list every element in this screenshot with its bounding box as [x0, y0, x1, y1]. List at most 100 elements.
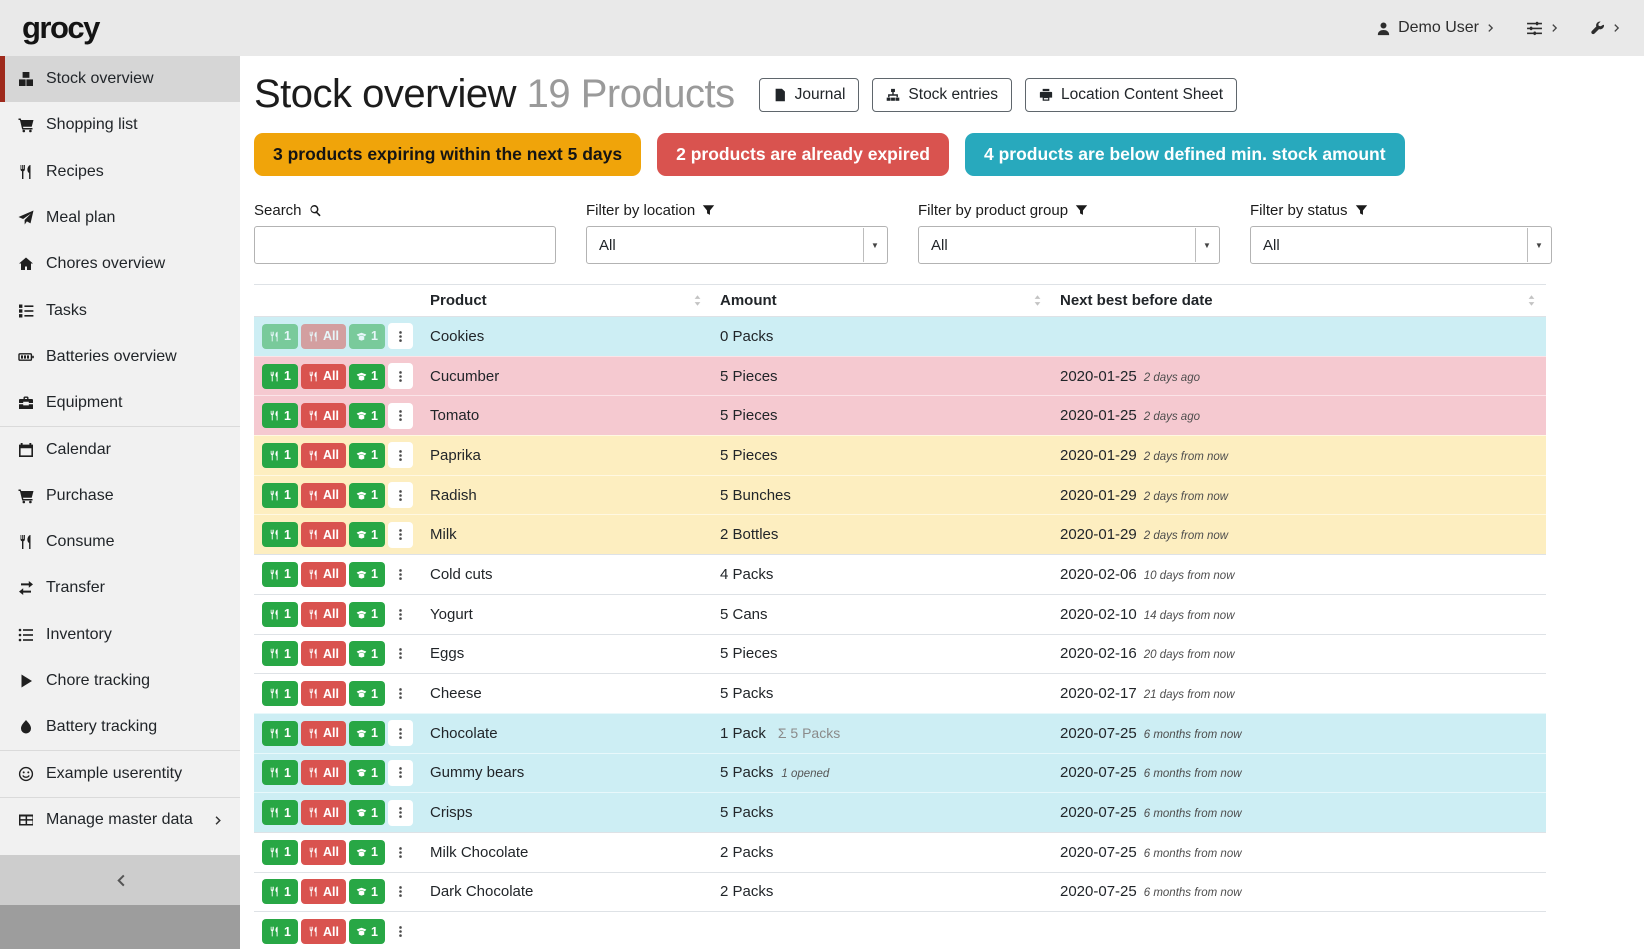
row-menu-button[interactable]: [388, 760, 413, 786]
consume-all-button[interactable]: All: [301, 879, 346, 904]
row-menu-button[interactable]: [388, 839, 413, 865]
consume-one-button[interactable]: 1: [262, 879, 298, 904]
consume-one-button[interactable]: 1: [262, 641, 298, 666]
consume-all-button[interactable]: All: [301, 840, 346, 865]
sidebar-item-meal-plan[interactable]: Meal plan: [0, 195, 240, 241]
consume-one-button[interactable]: 1: [262, 800, 298, 825]
sidebar-collapse-button[interactable]: [0, 855, 240, 905]
consume-all-button[interactable]: All: [301, 403, 346, 428]
consume-all-button[interactable]: All: [301, 562, 346, 587]
consume-all-button[interactable]: All: [301, 641, 346, 666]
row-menu-button[interactable]: [388, 641, 413, 667]
sidebar-item-inventory[interactable]: Inventory: [0, 612, 240, 658]
open-one-button[interactable]: 1: [349, 760, 385, 785]
open-one-button[interactable]: 1: [349, 522, 385, 547]
sidebar-item-manage-master-data[interactable]: Manage master data: [0, 797, 240, 843]
consume-one-button[interactable]: 1: [262, 562, 298, 587]
open-one-button[interactable]: 1: [349, 562, 385, 587]
journal-button[interactable]: Journal: [759, 78, 860, 112]
open-one-button[interactable]: 1: [349, 800, 385, 825]
consume-all-button[interactable]: All: [301, 800, 346, 825]
consume-one-button[interactable]: 1: [262, 721, 298, 746]
row-menu-button[interactable]: [388, 720, 413, 746]
row-menu-button[interactable]: [388, 482, 413, 508]
open-one-button[interactable]: 1: [349, 879, 385, 904]
consume-all-button[interactable]: All: [301, 364, 346, 389]
consume-all-button[interactable]: All: [301, 760, 346, 785]
open-one-button[interactable]: 1: [349, 840, 385, 865]
consume-one-button[interactable]: 1: [262, 760, 298, 785]
sidebar-item-shopping-list[interactable]: Shopping list: [0, 102, 240, 148]
sidebar-item-batteries-overview[interactable]: Batteries overview: [0, 334, 240, 380]
consume-all-button[interactable]: All: [301, 721, 346, 746]
open-one-button[interactable]: 1: [349, 483, 385, 508]
row-menu-button[interactable]: [388, 919, 413, 945]
stock-entries-button[interactable]: Stock entries: [872, 78, 1012, 112]
column-header-product[interactable]: Product: [422, 285, 712, 317]
column-header-next-best-before-date[interactable]: Next best before date: [1052, 285, 1546, 317]
column-header-amount[interactable]: Amount: [712, 285, 1052, 317]
app-logo[interactable]: grocy: [22, 10, 99, 46]
open-one-button[interactable]: 1: [349, 641, 385, 666]
sidebar-item-recipes[interactable]: Recipes: [0, 149, 240, 195]
filter-by-status-select[interactable]: All▼: [1250, 226, 1552, 264]
sidebar-item-stock-overview[interactable]: Stock overview: [0, 56, 240, 102]
open-one-button[interactable]: 1: [349, 443, 385, 468]
open-one-button[interactable]: 1: [349, 681, 385, 706]
row-menu-button[interactable]: [388, 323, 413, 349]
consume-one-button[interactable]: 1: [262, 324, 298, 349]
sidebar-item-purchase[interactable]: Purchase: [0, 473, 240, 519]
consume-all-button[interactable]: All: [301, 483, 346, 508]
row-menu-button[interactable]: [388, 561, 413, 587]
consume-all-button[interactable]: All: [301, 522, 346, 547]
consume-one-button[interactable]: 1: [262, 443, 298, 468]
expiring-banner[interactable]: 3 products expiring within the next 5 da…: [254, 133, 641, 176]
open-one-button[interactable]: 1: [349, 602, 385, 627]
row-menu-button[interactable]: [388, 522, 413, 548]
consume-all-button[interactable]: All: [301, 443, 346, 468]
consume-one-button[interactable]: 1: [262, 919, 298, 944]
search-input[interactable]: [254, 226, 556, 264]
sidebar-item-tasks[interactable]: Tasks: [0, 287, 240, 333]
sort-icon[interactable]: [1031, 294, 1044, 307]
row-menu-button[interactable]: [388, 363, 413, 389]
row-menu-button[interactable]: [388, 800, 413, 826]
row-menu-button[interactable]: [388, 442, 413, 468]
consume-one-button[interactable]: 1: [262, 681, 298, 706]
row-menu-button[interactable]: [388, 681, 413, 707]
sidebar-item-equipment[interactable]: Equipment: [0, 380, 240, 426]
consume-one-button[interactable]: 1: [262, 602, 298, 627]
sort-icon[interactable]: [691, 294, 704, 307]
open-one-button[interactable]: 1: [349, 919, 385, 944]
open-one-button[interactable]: 1: [349, 721, 385, 746]
sidebar-item-consume[interactable]: Consume: [0, 519, 240, 565]
consume-all-button[interactable]: All: [301, 919, 346, 944]
consume-one-button[interactable]: 1: [262, 522, 298, 547]
consume-all-button[interactable]: All: [301, 324, 346, 349]
consume-all-button[interactable]: All: [301, 681, 346, 706]
sidebar-item-example-userentity[interactable]: Example userentity: [0, 750, 240, 796]
open-one-button[interactable]: 1: [349, 324, 385, 349]
sidebar-item-battery-tracking[interactable]: Battery tracking: [0, 704, 240, 750]
row-menu-button[interactable]: [388, 601, 413, 627]
admin-menu[interactable]: [1590, 21, 1622, 36]
open-one-button[interactable]: 1: [349, 403, 385, 428]
consume-one-button[interactable]: 1: [262, 403, 298, 428]
consume-one-button[interactable]: 1: [262, 364, 298, 389]
user-menu[interactable]: Demo User: [1376, 19, 1496, 37]
consume-one-button[interactable]: 1: [262, 840, 298, 865]
sort-icon[interactable]: [1525, 294, 1538, 307]
filter-by-product-group-select[interactable]: All▼: [918, 226, 1220, 264]
consume-one-button[interactable]: 1: [262, 483, 298, 508]
sidebar-item-chore-tracking[interactable]: Chore tracking: [0, 658, 240, 704]
sidebar-item-transfer[interactable]: Transfer: [0, 565, 240, 611]
sidebar-item-calendar[interactable]: Calendar: [0, 426, 240, 472]
row-menu-button[interactable]: [388, 879, 413, 905]
settings-menu[interactable]: [1526, 20, 1560, 37]
location-content-sheet-button[interactable]: Location Content Sheet: [1025, 78, 1237, 112]
row-menu-button[interactable]: [388, 403, 413, 429]
consume-all-button[interactable]: All: [301, 602, 346, 627]
filter-by-location-select[interactable]: All▼: [586, 226, 888, 264]
below-min-stock-banner[interactable]: 4 products are below defined min. stock …: [965, 133, 1405, 176]
sidebar-item-chores-overview[interactable]: Chores overview: [0, 241, 240, 287]
